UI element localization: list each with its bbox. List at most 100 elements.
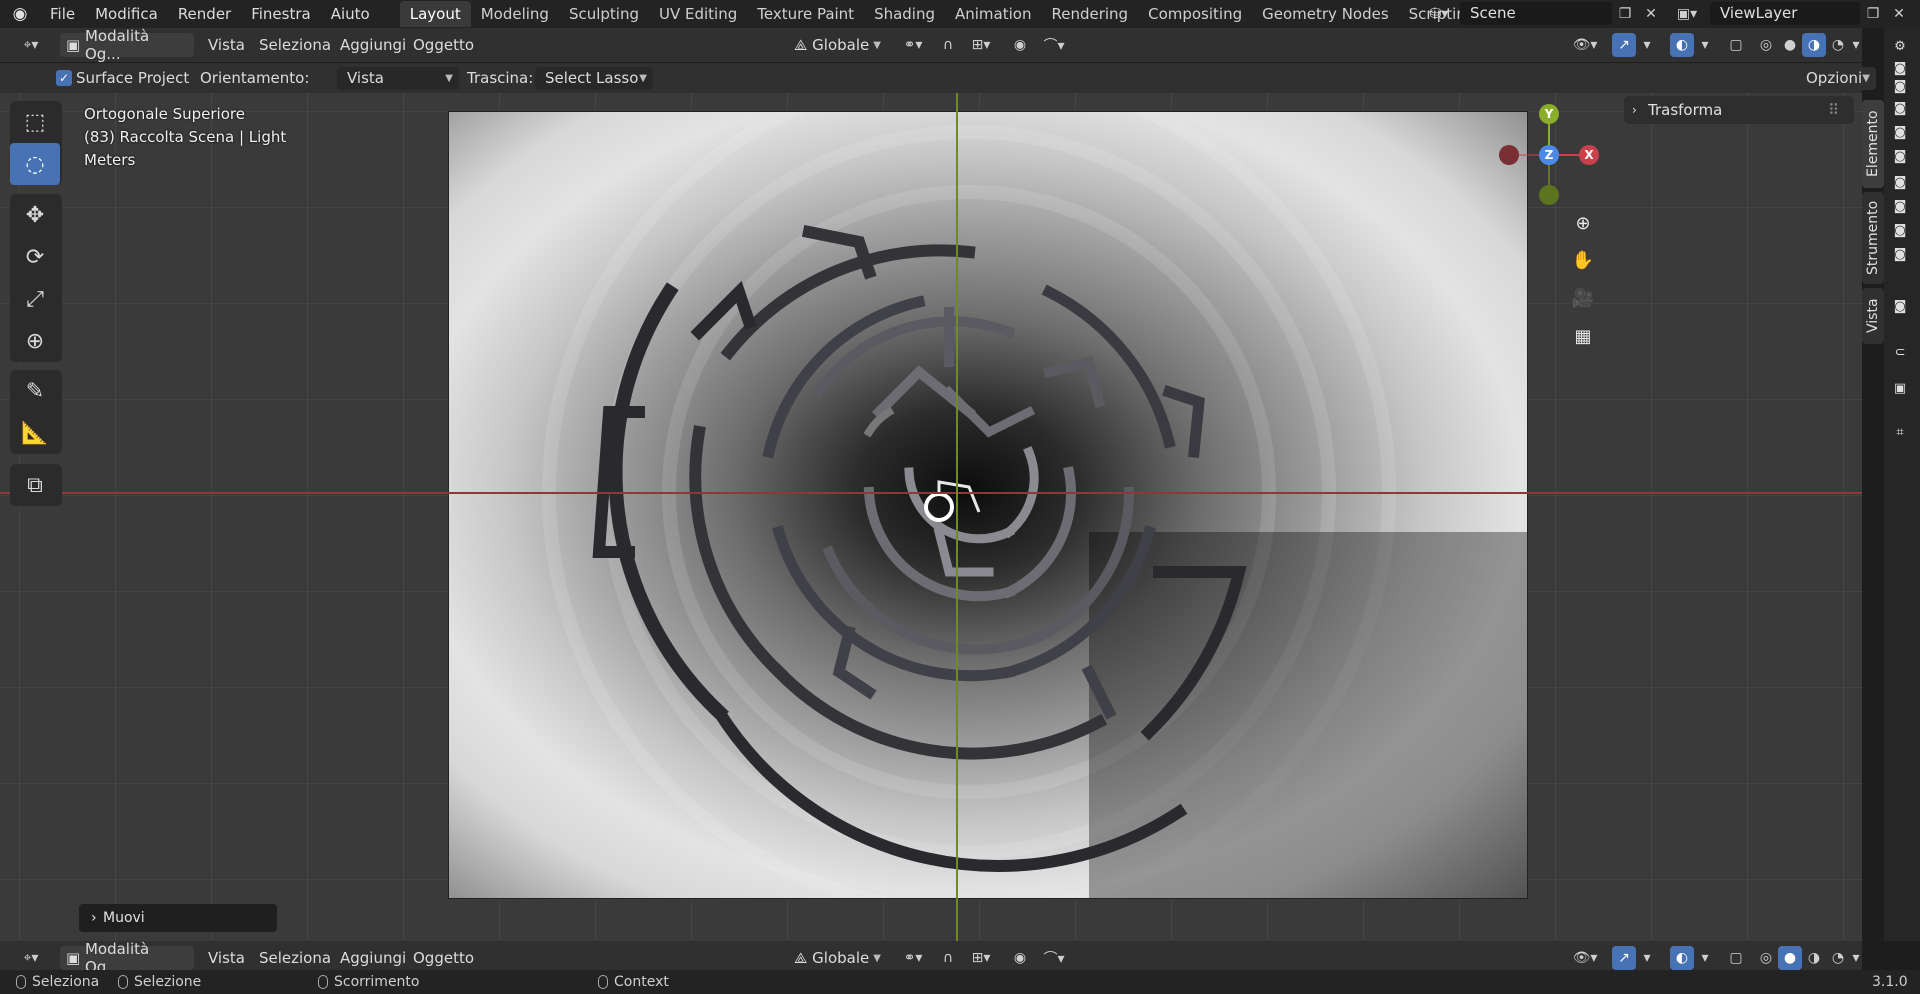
shading-wireframe-icon[interactable]: ◎ [1754, 946, 1778, 970]
transform-panel[interactable]: › Trasforma ⠿ [1624, 96, 1854, 124]
rotate-icon[interactable]: ⟳ [10, 236, 60, 278]
camera-icon[interactable]: ◙ [1892, 100, 1908, 116]
overlay-toggle-icon[interactable]: ◐ [1670, 946, 1694, 970]
surface-project-checkbox[interactable]: ✓ [56, 70, 72, 86]
camera-icon[interactable]: ◙ [1892, 78, 1908, 94]
mode-dropdown[interactable]: ▣ Modalità Og... [60, 27, 194, 63]
orientation-dropdown[interactable]: ⟁ Globale ▼ [788, 33, 888, 57]
object-menu[interactable]: Oggetto [413, 28, 474, 62]
proportional-falloff-icon[interactable]: ⌒▾ [1036, 946, 1072, 970]
select-circle-icon[interactable]: ◌ [10, 143, 60, 185]
object-properties-icon[interactable]: ▣ [1892, 380, 1908, 396]
proportional-falloff-icon[interactable]: ⌒▾ [1036, 33, 1072, 57]
transform-icon[interactable]: ⊕ [10, 320, 60, 362]
viewlayer-name-field[interactable]: ViewLayer [1710, 2, 1860, 25]
shading-wireframe-icon[interactable]: ◎ [1754, 33, 1778, 57]
options-dropdown[interactable]: Opzioni ▼ [1796, 67, 1876, 90]
scene-name-field[interactable]: Scene [1460, 2, 1612, 25]
gizmo-y-axis[interactable]: Y [1539, 104, 1559, 124]
tool-properties-icon[interactable]: ⚙ [1892, 38, 1908, 54]
xray-toggle-icon[interactable]: ▢ [1724, 946, 1748, 970]
shading-material-icon[interactable]: ◑ [1802, 946, 1826, 970]
overlay-dropdown-icon[interactable]: ▾ [1696, 33, 1714, 57]
orientation-select[interactable]: Vista ▼ [337, 67, 459, 90]
mode-dropdown[interactable]: ▣ Modalità Og... [60, 940, 194, 976]
delete-scene-icon[interactable]: ✕ [1640, 3, 1662, 25]
menu-window[interactable]: Finestra [241, 0, 321, 28]
menu-help[interactable]: Aiuto [321, 0, 380, 28]
visibility-icon[interactable]: 👁▾ [1566, 946, 1604, 970]
tab-sculpting[interactable]: Sculpting [559, 1, 649, 27]
annotate-icon[interactable]: ✎ [10, 370, 60, 412]
drag-select[interactable]: Select Lasso ▼ [535, 67, 653, 90]
shading-solid-icon[interactable]: ● [1778, 33, 1802, 57]
camera-icon[interactable]: ◙ [1892, 124, 1908, 140]
orientation-dropdown[interactable]: ⟁ Globale ▼ [788, 946, 888, 970]
3d-viewport[interactable]: Ortogonale Superiore (83) Raccolta Scena… [0, 93, 1862, 941]
tab-animation[interactable]: Animation [945, 1, 1041, 27]
gizmo-neg-y-axis[interactable] [1539, 185, 1559, 205]
scale-icon[interactable]: ⤢ [10, 278, 60, 320]
ortho-grid-icon[interactable]: ▦ [1568, 321, 1598, 351]
add-menu[interactable]: Aggiungi [340, 28, 406, 62]
viewlayer-browse-icon[interactable]: ▣▾ [1672, 3, 1702, 25]
zoom-icon[interactable]: ⊕ [1568, 208, 1598, 238]
shading-rendered-icon[interactable]: ◔ [1826, 946, 1850, 970]
scene-browse-icon[interactable]: ⛁▾ [1428, 3, 1450, 25]
tab-rendering[interactable]: Rendering [1041, 1, 1138, 27]
drag-handle-icon[interactable]: ⠿ [1828, 96, 1839, 124]
tab-layout[interactable]: Layout [399, 1, 471, 27]
pivot-point-icon[interactable]: ⚭▾ [894, 946, 932, 970]
snap-target-icon[interactable]: ⊞▾ [962, 946, 1000, 970]
toggle-icon[interactable]: ⊂ [1892, 344, 1908, 360]
select-menu[interactable]: Seleziona [259, 28, 331, 62]
overlay-dropdown-icon[interactable]: ▾ [1696, 946, 1714, 970]
tab-compositing[interactable]: Compositing [1138, 1, 1252, 27]
proportional-edit-icon[interactable]: ◉ [1008, 946, 1032, 970]
menu-edit[interactable]: Modifica [85, 0, 168, 28]
tab-uv-editing[interactable]: UV Editing [649, 1, 747, 27]
gizmo-z-axis[interactable]: Z [1539, 145, 1559, 165]
new-viewlayer-icon[interactable]: ❐ [1862, 3, 1884, 25]
select-box-icon[interactable]: ⬚ [10, 101, 60, 143]
gizmo-toggle-icon[interactable]: ↗ [1612, 33, 1636, 57]
move-icon[interactable]: ✥ [10, 194, 60, 236]
camera-icon[interactable]: ◙ [1892, 148, 1908, 164]
measure-icon[interactable]: 📐 [10, 412, 60, 454]
overlay-toggle-icon[interactable]: ◐ [1670, 33, 1694, 57]
pan-hand-icon[interactable]: ✋ [1568, 245, 1598, 275]
camera-icon[interactable]: ◙ [1892, 174, 1908, 190]
view-menu[interactable]: Vista [208, 28, 245, 62]
snap-toggle-icon[interactable]: ∩ [936, 946, 960, 970]
tab-modeling[interactable]: Modeling [471, 1, 559, 27]
reference-image[interactable] [448, 111, 1528, 899]
gizmo-dropdown-icon[interactable]: ▾ [1638, 946, 1656, 970]
tab-tool[interactable]: Strumento [1862, 192, 1884, 284]
gizmo-x-axis[interactable]: X [1579, 145, 1599, 165]
shading-solid-icon[interactable]: ● [1778, 946, 1802, 970]
blender-logo-icon[interactable]: ◉ [0, 0, 40, 28]
snap-toggle-icon[interactable]: ∩ [936, 33, 960, 57]
camera-icon[interactable]: ◙ [1892, 222, 1908, 238]
visibility-icon[interactable]: 👁▾ [1566, 33, 1604, 57]
shading-dropdown-icon[interactable]: ▾ [1850, 33, 1862, 57]
shading-dropdown-icon[interactable]: ▾ [1850, 946, 1862, 970]
render-properties-icon[interactable]: ⌗ [1892, 424, 1908, 440]
proportional-edit-icon[interactable]: ◉ [1008, 33, 1032, 57]
gizmo-dropdown-icon[interactable]: ▾ [1638, 33, 1656, 57]
add-cube-icon[interactable]: ⧉ [10, 464, 60, 506]
new-scene-icon[interactable]: ❐ [1614, 3, 1636, 25]
camera-icon[interactable]: ◙ [1892, 60, 1908, 76]
xray-toggle-icon[interactable]: ▢ [1724, 33, 1748, 57]
menu-render[interactable]: Render [168, 0, 241, 28]
tab-view[interactable]: Vista [1862, 288, 1884, 344]
gizmo-neg-x-axis[interactable] [1499, 145, 1519, 165]
camera-icon[interactable]: ◙ [1892, 246, 1908, 262]
editor-type-icon[interactable]: ⌖▾ [12, 946, 50, 970]
last-operator-panel[interactable]: › Muovi [79, 904, 277, 932]
editor-type-icon[interactable]: ⌖▾ [12, 33, 50, 57]
snap-target-icon[interactable]: ⊞▾ [962, 33, 1000, 57]
shading-rendered-icon[interactable]: ◔ [1826, 33, 1850, 57]
camera-view-icon[interactable]: 🎥 [1568, 283, 1598, 313]
tab-shading[interactable]: Shading [864, 1, 945, 27]
